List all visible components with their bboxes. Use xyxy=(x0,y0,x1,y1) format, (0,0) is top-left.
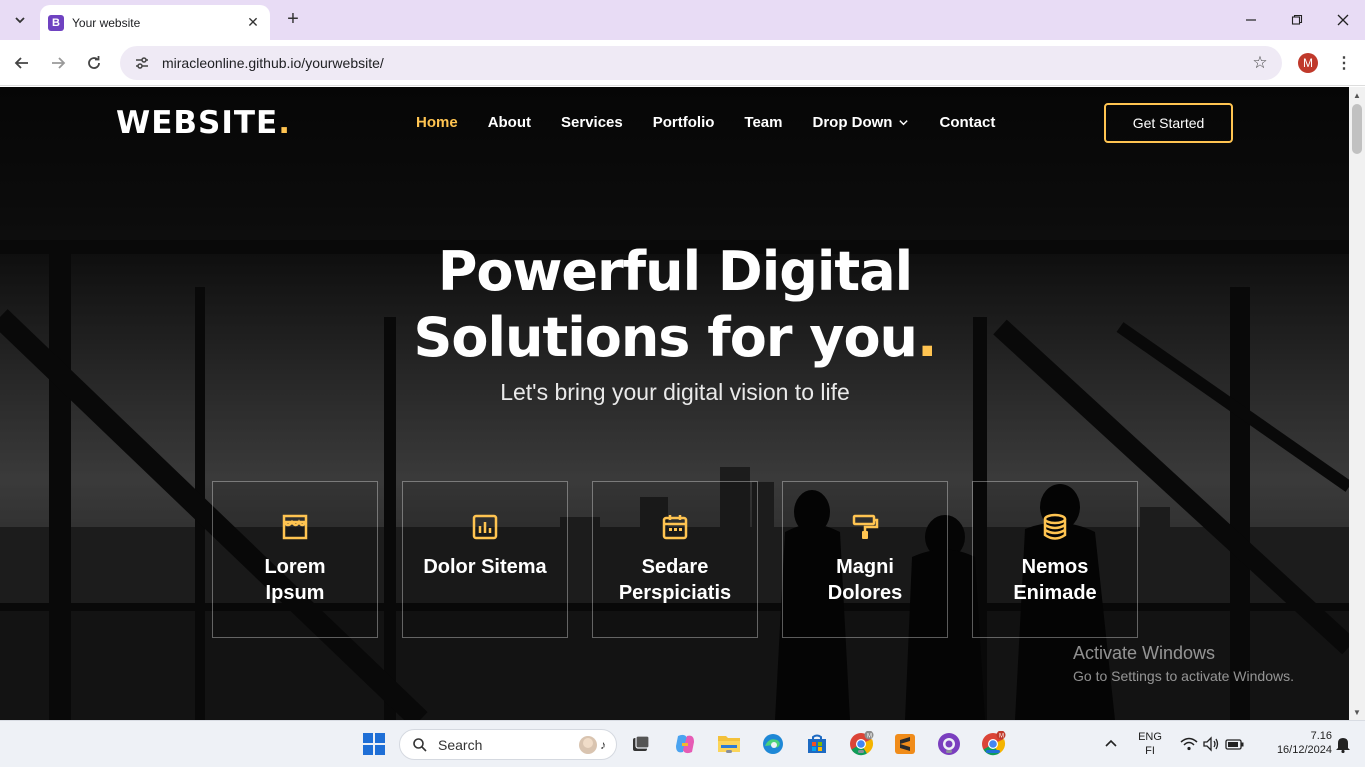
clock-time: 7.16 xyxy=(1310,730,1332,742)
close-window-icon[interactable] xyxy=(1320,0,1365,40)
hero-title-line2: Solutions for you xyxy=(413,306,918,369)
feature-boxes: Lorem Ipsum Dolor Sitema Sedare Perspiciat… xyxy=(212,481,1138,638)
dropdown-label: Drop Down xyxy=(812,114,893,131)
clock-date: 16/12/2024 xyxy=(1276,744,1332,756)
tab-search-chevron-icon[interactable] xyxy=(6,6,34,34)
hero-subtitle: Let's bring your digital vision to life xyxy=(500,379,850,405)
nav-link-dropdown[interactable]: Drop Down xyxy=(812,114,909,131)
browser-menu-icon[interactable]: ⋮ xyxy=(1334,51,1354,75)
scroll-up-arrow-icon[interactable]: ▲ xyxy=(1349,87,1365,103)
url-text[interactable]: miracleonline.github.io/yourwebsite/ xyxy=(162,55,384,71)
clock[interactable]: 7.16 16/12/2024 xyxy=(1252,730,1332,756)
github-desktop-icon[interactable] xyxy=(936,731,962,757)
bookmark-star-icon[interactable]: ☆ xyxy=(1250,53,1270,73)
nav-link-portfolio[interactable]: Portfolio xyxy=(653,114,715,131)
file-explorer-icon[interactable] xyxy=(716,731,742,757)
profile-avatar[interactable]: M xyxy=(1298,53,1318,73)
feature-box[interactable]: Magni Dolores xyxy=(782,481,948,638)
svg-text:M: M xyxy=(867,734,872,740)
main-nav: Home About Services Portfolio Team Drop … xyxy=(416,114,995,131)
address-bar[interactable]: miracleonline.github.io/yourwebsite/ ☆ xyxy=(120,46,1282,80)
svg-text:M: M xyxy=(999,734,1004,740)
store-icon xyxy=(282,514,308,540)
reload-icon[interactable] xyxy=(80,49,108,77)
microsoft-store-icon[interactable] xyxy=(804,731,830,757)
running-indicator xyxy=(946,750,952,753)
watermark-subtitle: Go to Settings to activate Windows. xyxy=(1073,668,1294,684)
browser-tab-bar: B Your website ✕ + xyxy=(0,0,1365,40)
scroll-thumb[interactable] xyxy=(1352,104,1362,154)
running-indicator-active xyxy=(986,750,1000,753)
running-indicator xyxy=(858,750,864,753)
browser-toolbar: miracleonline.github.io/yourwebsite/ ☆ M… xyxy=(0,40,1365,86)
paint-roller-icon xyxy=(852,514,879,539)
windows-start-icon[interactable] xyxy=(361,731,387,757)
feature-box[interactable]: Sedare Perspiciatis xyxy=(592,481,758,638)
feature-box[interactable]: Lorem Ipsum xyxy=(212,481,378,638)
battery-icon[interactable] xyxy=(1222,731,1248,757)
hero-title-line1: Powerful Digital xyxy=(437,240,913,303)
search-highlight-image-icon: ♪ xyxy=(579,736,606,754)
page-viewport: WEBSITE. Home About Services Portfolio T… xyxy=(0,87,1349,720)
feature-label: Lorem Ipsum xyxy=(264,556,326,604)
get-started-button[interactable]: Get Started xyxy=(1104,103,1233,143)
site-settings-icon[interactable] xyxy=(132,53,152,73)
task-view-icon[interactable] xyxy=(628,731,654,757)
chevron-down-icon xyxy=(899,120,909,126)
feature-label: Magni Dolores xyxy=(827,556,903,604)
feature-label: Dolor Sitema xyxy=(423,556,547,578)
nav-link-about[interactable]: About xyxy=(488,114,531,131)
site-logo[interactable]: WEBSITE. xyxy=(116,105,291,141)
copilot-icon[interactable] xyxy=(672,731,698,757)
keyboard-region: FI xyxy=(1145,745,1155,757)
tab-title: Your website xyxy=(72,15,141,30)
nav-link-home[interactable]: Home xyxy=(416,114,458,131)
back-arrow-icon[interactable] xyxy=(8,49,36,77)
bar-chart-icon xyxy=(472,514,498,540)
search-icon xyxy=(413,737,427,752)
browser-tab[interactable]: B Your website ✕ xyxy=(40,5,270,40)
nav-link-team[interactable]: Team xyxy=(744,114,782,131)
bootstrap-favicon-icon: B xyxy=(48,14,64,31)
logo-text: WEBSITE xyxy=(116,105,279,141)
volume-icon[interactable] xyxy=(1198,731,1224,757)
feature-label: Sedare Perspiciatis xyxy=(618,556,732,604)
input-language[interactable]: ENG FI xyxy=(1134,731,1166,757)
chrome-active-icon[interactable]: M xyxy=(980,731,1006,757)
taskbar-search-box[interactable]: Search ♪ xyxy=(399,729,617,760)
language-code: ENG xyxy=(1138,731,1162,743)
database-icon xyxy=(1043,513,1067,540)
minimize-icon[interactable] xyxy=(1228,0,1274,40)
forward-arrow-icon[interactable] xyxy=(44,49,72,77)
nav-link-contact[interactable]: Contact xyxy=(939,114,995,131)
activate-windows-watermark: Activate Windows Go to Settings to activ… xyxy=(1073,643,1294,684)
scroll-down-arrow-icon[interactable]: ▼ xyxy=(1349,704,1365,720)
hero-title-dot: . xyxy=(917,306,937,369)
restore-icon[interactable] xyxy=(1274,0,1320,40)
svg-text:♪: ♪ xyxy=(600,738,606,752)
notification-bell-icon[interactable] xyxy=(1330,731,1356,757)
show-hidden-icons-chevron-icon[interactable] xyxy=(1098,731,1124,757)
watermark-title: Activate Windows xyxy=(1073,643,1216,663)
new-tab-plus-icon[interactable]: + xyxy=(282,8,304,30)
search-label: Search xyxy=(438,736,483,753)
feature-box[interactable]: Dolor Sitema xyxy=(402,481,568,638)
sublime-text-icon[interactable] xyxy=(892,731,918,757)
tab-close-icon[interactable]: ✕ xyxy=(244,14,262,32)
site-header: WEBSITE. Home About Services Portfolio T… xyxy=(0,87,1349,159)
hero-title: Powerful Digital Solutions for you. xyxy=(300,239,1050,371)
logo-dot: . xyxy=(278,105,291,141)
windows-taskbar: Search ♪ M M ENG FI 7.16 16/12/2024 xyxy=(0,720,1365,767)
chrome-profile-icon[interactable]: M xyxy=(848,731,874,757)
feature-box[interactable]: Nemos Enimade xyxy=(972,481,1138,638)
nav-link-services[interactable]: Services xyxy=(561,114,623,131)
page-scrollbar[interactable]: ▲ ▼ xyxy=(1349,87,1365,720)
calendar-icon xyxy=(662,515,688,540)
feature-label: Nemos Enimade xyxy=(1013,556,1097,604)
running-indicator xyxy=(726,750,732,753)
edge-browser-icon[interactable] xyxy=(760,731,786,757)
